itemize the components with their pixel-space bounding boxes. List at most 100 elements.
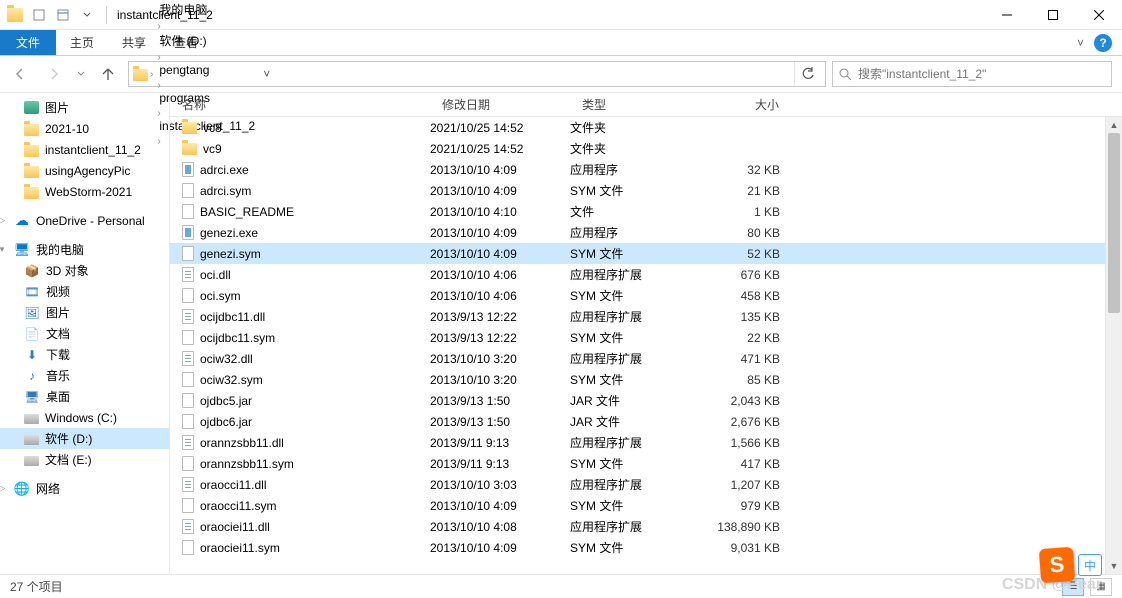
expand-icon[interactable]: ▷ — [0, 483, 8, 494]
file-row[interactable]: oraociei11.sym 2013/10/10 4:09 SYM 文件 9,… — [170, 537, 1122, 558]
file-row[interactable]: adrci.sym 2013/10/10 4:09 SYM 文件 21 KB — [170, 180, 1122, 201]
sym-icon — [182, 372, 194, 387]
scrollbar-thumb[interactable] — [1108, 133, 1120, 313]
navigation-pane[interactable]: 图片2021-10instantclient_11_2 usingAgencyPi… — [0, 93, 170, 574]
share-tab[interactable]: 共享 — [108, 30, 160, 55]
file-tab[interactable]: 文件 — [0, 30, 56, 55]
nav-item[interactable]: ⬇下载 — [0, 344, 169, 365]
col-size-header[interactable]: 大小 — [690, 96, 800, 113]
nav-item[interactable]: WebStorm-2021 — [0, 181, 169, 202]
file-row[interactable]: ocijdbc11.dll 2013/9/13 12:22 应用程序扩展 135… — [170, 306, 1122, 327]
file-row[interactable]: oci.dll 2013/10/10 4:06 应用程序扩展 676 KB — [170, 264, 1122, 285]
nav-item[interactable]: 🖼图片 — [0, 302, 169, 323]
col-date-header[interactable]: 修改日期 — [430, 96, 570, 113]
file-row[interactable]: vc9 2021/10/25 14:52 文件夹 — [170, 138, 1122, 159]
file-row[interactable]: genezi.sym 2013/10/10 4:09 SYM 文件 52 KB — [170, 243, 1122, 264]
qat-dropdown-icon[interactable] — [76, 4, 98, 26]
nav-item[interactable]: Windows (C:) — [0, 407, 169, 428]
close-button[interactable] — [1076, 0, 1122, 30]
nav-item[interactable]: 软件 (D:) — [0, 428, 169, 449]
breadcrumb-item[interactable]: 我的电脑 — [155, 1, 259, 18]
ime-indicator[interactable]: S 中 — [1040, 548, 1102, 582]
nav-item[interactable]: 图片 — [0, 97, 169, 118]
nav-item[interactable]: ♪音乐 — [0, 365, 169, 386]
file-row[interactable]: oci.sym 2013/10/10 4:06 SYM 文件 458 KB — [170, 285, 1122, 306]
file-row[interactable]: ocijdbc11.sym 2013/9/13 12:22 SYM 文件 22 … — [170, 327, 1122, 348]
refresh-button[interactable] — [794, 62, 821, 86]
help-icon[interactable]: ? — [1094, 34, 1112, 52]
file-name: oci.dll — [200, 268, 231, 282]
chevron-right-icon[interactable]: › — [155, 52, 162, 63]
file-row[interactable]: ociw32.sym 2013/10/10 3:20 SYM 文件 85 KB — [170, 369, 1122, 390]
breadcrumb-item[interactable]: 软件 (D:) — [155, 32, 259, 49]
qat-pin-icon[interactable] — [28, 4, 50, 26]
ime-lang-badge[interactable]: 中 — [1078, 554, 1102, 576]
collapse-icon[interactable]: ▾ — [0, 244, 8, 255]
file-row[interactable]: adrci.exe 2013/10/10 4:09 应用程序 32 KB — [170, 159, 1122, 180]
file-list[interactable]: vc8 2021/10/25 14:52 文件夹 vc9 2021/10/25 … — [170, 117, 1122, 574]
file-type: 应用程序扩展 — [570, 434, 690, 451]
search-input[interactable] — [858, 67, 1105, 81]
address-dropdown-icon[interactable]: ˅ — [259, 67, 274, 81]
nav-item[interactable]: 📄文档 — [0, 323, 169, 344]
file-type: 应用程序 — [570, 224, 690, 241]
nav-item[interactable]: 📦3D 对象 — [0, 260, 169, 281]
breadcrumb-bar[interactable]: › 我的电脑›软件 (D:)›pengtang›programs›instant… — [128, 61, 826, 87]
file-row[interactable]: oraocci11.sym 2013/10/10 4:09 SYM 文件 979… — [170, 495, 1122, 516]
file-row[interactable]: ojdbc6.jar 2013/9/13 1:50 JAR 文件 2,676 K… — [170, 411, 1122, 432]
nav-item[interactable]: 2021-10 — [0, 118, 169, 139]
up-button[interactable] — [94, 60, 122, 88]
file-type: SYM 文件 — [570, 245, 690, 262]
this-pc-node[interactable]: ▾ 🖥 我的电脑 — [0, 239, 169, 260]
nav-item[interactable]: 🖥桌面 — [0, 386, 169, 407]
file-row[interactable]: orannzsbb11.sym 2013/9/11 9:13 SYM 文件 41… — [170, 453, 1122, 474]
nav-item[interactable]: usingAgencyPic — [0, 160, 169, 181]
file-name: orannzsbb11.dll — [200, 436, 284, 450]
file-row[interactable]: genezi.exe 2013/10/10 4:09 应用程序 80 KB — [170, 222, 1122, 243]
file-row[interactable]: orannzsbb11.dll 2013/9/11 9:13 应用程序扩展 1,… — [170, 432, 1122, 453]
minimize-button[interactable] — [984, 0, 1030, 30]
expand-icon[interactable]: ▷ — [0, 215, 8, 226]
file-type: JAR 文件 — [570, 392, 690, 409]
chevron-right-icon[interactable]: › — [155, 21, 162, 32]
onedrive-node[interactable]: ▷ ☁ OneDrive - Personal — [0, 210, 169, 231]
nav-item-label: usingAgencyPic — [45, 164, 130, 178]
recent-dropdown-icon[interactable] — [74, 60, 88, 88]
file-row[interactable]: vc8 2021/10/25 14:52 文件夹 — [170, 117, 1122, 138]
breadcrumb-item[interactable]: pengtang — [155, 63, 259, 77]
nav-item[interactable]: 🎞视频 — [0, 281, 169, 302]
nav-item[interactable]: 文档 (E:) — [0, 449, 169, 470]
scroll-up-icon[interactable]: ▲ — [1106, 117, 1122, 133]
dll-icon — [182, 519, 194, 534]
file-row[interactable]: oraocci11.dll 2013/10/10 3:03 应用程序扩展 1,2… — [170, 474, 1122, 495]
forward-button[interactable] — [40, 60, 68, 88]
maximize-button[interactable] — [1030, 0, 1076, 30]
item-count: 27 个项目 — [10, 578, 63, 595]
sym-icon — [182, 540, 194, 555]
file-row[interactable]: ojdbc5.jar 2013/9/13 1:50 JAR 文件 2,043 K… — [170, 390, 1122, 411]
folder-icon — [24, 187, 39, 199]
col-type-header[interactable]: 类型 — [570, 96, 690, 113]
file-date: 2013/9/13 12:22 — [430, 331, 570, 345]
vertical-scrollbar[interactable]: ▲ ▼ — [1105, 117, 1122, 574]
back-button[interactable] — [6, 60, 34, 88]
network-node[interactable]: ▷ 🌐 网络 — [0, 478, 169, 499]
window-icon[interactable] — [4, 4, 26, 26]
qat-properties-icon[interactable] — [52, 4, 74, 26]
chevron-right-icon[interactable]: › — [155, 80, 162, 91]
file-type: 应用程序 — [570, 161, 690, 178]
search-box[interactable] — [832, 61, 1112, 87]
chevron-right-icon[interactable]: › — [148, 69, 155, 80]
nav-item[interactable]: instantclient_11_2 — [0, 139, 169, 160]
ribbon-expand-icon[interactable]: ˅ — [1077, 36, 1084, 50]
scroll-down-icon[interactable]: ▼ — [1106, 558, 1122, 574]
file-row[interactable]: ociw32.dll 2013/10/10 3:20 应用程序扩展 471 KB — [170, 348, 1122, 369]
file-row[interactable]: oraociei11.dll 2013/10/10 4:08 应用程序扩展 13… — [170, 516, 1122, 537]
file-name: vc9 — [203, 142, 222, 156]
file-name: oraociei11.dll — [200, 520, 270, 534]
file-row[interactable]: BASIC_README 2013/10/10 4:10 文件 1 KB — [170, 201, 1122, 222]
nav-item-label: 3D 对象 — [46, 262, 89, 279]
col-name-header[interactable]: 名称 — [170, 96, 430, 113]
home-tab[interactable]: 主页 — [56, 30, 108, 55]
column-headers[interactable]: 名称 修改日期 类型 大小 — [170, 93, 1122, 117]
